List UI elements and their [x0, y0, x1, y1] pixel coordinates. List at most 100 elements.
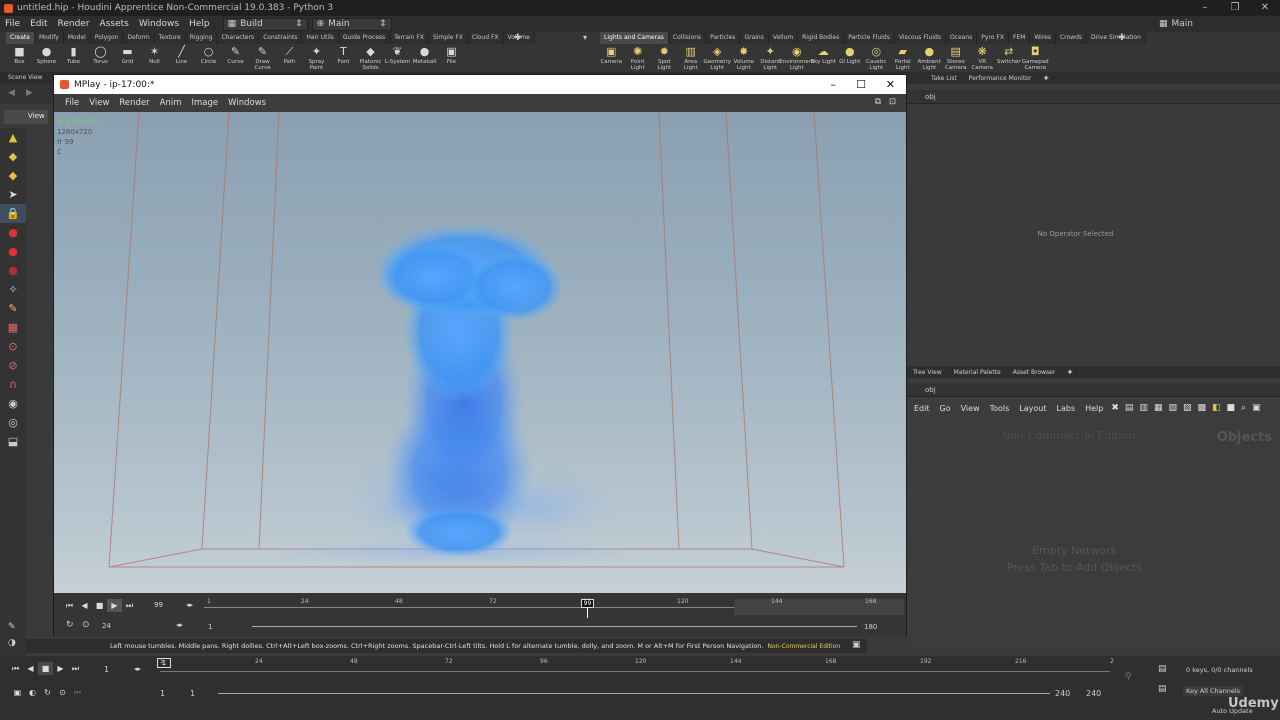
range-start2-field[interactable]: 1	[190, 689, 195, 698]
prev-key-icon[interactable]: ⏮	[70, 686, 85, 699]
render-region-icon[interactable]: ⬓	[0, 432, 26, 451]
shelf-tab[interactable]: Particle Fluids	[844, 32, 895, 44]
jump-start-icon[interactable]: ⏮	[62, 599, 77, 612]
handle-tool-icon[interactable]: ◑	[8, 638, 16, 648]
shelf-tool-button[interactable]: ○ Circle	[195, 45, 222, 71]
shelf-tool-button[interactable]: ◎ Caustic Light	[863, 45, 890, 71]
pointer-icon[interactable]: ➤	[0, 185, 26, 204]
rotate-tool-icon[interactable]: ◆	[0, 166, 26, 185]
shelf-tool-button[interactable]: ╱ Line	[168, 45, 195, 71]
tab-material-palette[interactable]: Material Palette	[948, 369, 1007, 376]
range-bar[interactable]	[252, 626, 857, 627]
channel-list-icon[interactable]: ▤	[1158, 664, 1167, 674]
tab-performance-monitor[interactable]: Performance Monitor	[963, 75, 1038, 82]
loop-icon[interactable]: ↻	[66, 620, 74, 630]
network-menu-item[interactable]: Help	[1080, 404, 1108, 413]
shelf-tab[interactable]: Texture	[154, 32, 186, 44]
mplay-menu-render[interactable]: Render	[114, 98, 154, 108]
list-icon[interactable]: ▤	[1122, 403, 1137, 413]
keyframe-icon[interactable]: ◐	[25, 686, 40, 699]
network-path-bar[interactable]: obj	[907, 383, 1280, 397]
mplay-menu-view[interactable]: View	[84, 98, 114, 108]
shelf-tool-button[interactable]: ▥ Area Light	[678, 45, 705, 71]
key-icon[interactable]: ⚲	[1125, 672, 1132, 682]
shelf-tab[interactable]: Characters	[217, 32, 260, 44]
network-menu-item[interactable]: View	[956, 404, 985, 413]
mplay-frame-field[interactable]: 99	[154, 601, 180, 609]
display-icon[interactable]: ◎	[0, 413, 26, 432]
add-tab-icon[interactable]: ✚	[1037, 75, 1054, 82]
range-end-field[interactable]: 240	[1055, 689, 1070, 698]
back-arrow-icon[interactable]: ◀	[8, 88, 15, 98]
jump-end-icon[interactable]: ⏭	[122, 599, 137, 612]
shelf-tab[interactable]: Cloud FX	[467, 32, 504, 44]
shelf-tab[interactable]: Simple FX	[428, 32, 468, 44]
realtime-icon[interactable]: ⊙	[55, 686, 70, 699]
shelf-tool-button[interactable]: ● Metaball	[411, 45, 438, 71]
shelf-tab[interactable]: FEM	[1008, 32, 1031, 44]
view-tab[interactable]: View	[4, 110, 48, 124]
mplay-maximize-button[interactable]: ☐	[856, 78, 866, 91]
tab-tree-view[interactable]: Tree View	[907, 369, 948, 376]
range-start-field[interactable]: 1	[160, 689, 165, 698]
shelf-tool-button[interactable]: ✦ Spray Paint	[303, 45, 330, 71]
menu-render[interactable]: Render	[53, 19, 95, 29]
shelf-tab[interactable]: Particles	[706, 32, 741, 44]
select-tool-icon[interactable]: ▲	[0, 128, 26, 147]
timeline-step-icon[interactable]: ◂▸	[134, 665, 141, 673]
zoom-icon[interactable]: ⌕	[1238, 403, 1249, 413]
mplay-menu-image[interactable]: Image	[187, 98, 224, 108]
shelf-tool-button[interactable]: ✹ Spot Light	[651, 45, 678, 71]
shelf-tool-button[interactable]: ◈ Geometry Light	[704, 45, 731, 71]
mplay-close-button[interactable]: ✕	[886, 78, 895, 91]
key-all-channels-select[interactable]: Key All Channels	[1183, 686, 1244, 696]
shelf-tool-button[interactable]: ☁ Sky Light	[810, 45, 837, 71]
mplay-menu-file[interactable]: File	[60, 98, 84, 108]
shelf-tab[interactable]: Vellum	[768, 32, 799, 44]
timeline-jump-start-icon[interactable]: ⏮	[8, 662, 23, 675]
shelf-tab[interactable]: Lights and Cameras	[600, 32, 669, 44]
move-tool-icon[interactable]: ◆	[0, 147, 26, 166]
shelf-tool-button[interactable]: ✶ Null	[141, 45, 168, 71]
step-arrows-icon[interactable]: ◂▸	[186, 601, 193, 609]
mplay-minimize-button[interactable]: –	[831, 78, 837, 91]
shelf-tool-button[interactable]: ✎ Draw Curve	[249, 45, 276, 71]
add-shelf-tab-right-icon[interactable]: ✚	[1118, 33, 1126, 43]
timeline-jump-end-icon[interactable]: ⏭	[68, 662, 83, 675]
shelf-tool-button[interactable]: ● GI Light	[837, 45, 864, 71]
tab-scene-view[interactable]: Scene View	[8, 74, 42, 81]
range-end-field[interactable]: 180	[864, 623, 877, 631]
fps-field[interactable]: 24	[102, 622, 111, 630]
shelf-tool-button[interactable]: ✺ Point Light	[625, 45, 652, 71]
pose-tool-icon[interactable]: ✧	[0, 280, 26, 299]
shelf-tab[interactable]: Constraints	[259, 32, 303, 44]
shelf-tab[interactable]: Oceans	[945, 32, 978, 44]
shelf-tool-button[interactable]: ❋ VR Camera	[969, 45, 996, 71]
shelf-tool-button[interactable]: ▣ Camera	[598, 45, 625, 71]
shelf-tool-button[interactable]: ▰ Portal Light	[890, 45, 917, 71]
shelf-tool-button[interactable]: ● Sphere	[33, 45, 60, 71]
menu-assets[interactable]: Assets	[95, 19, 134, 29]
close-button[interactable]: ✕	[1250, 0, 1280, 16]
forward-arrow-icon[interactable]: ▶	[26, 88, 33, 98]
snap-grid-icon[interactable]: ▦	[0, 318, 26, 337]
status-icon[interactable]: ▣	[852, 640, 861, 650]
red-handle-2-icon[interactable]: ●	[0, 242, 26, 261]
range-end2-field[interactable]: 240	[1086, 689, 1101, 698]
shelf-tab[interactable]: Model	[63, 32, 91, 44]
help-icon[interactable]: ▣	[1249, 403, 1264, 413]
shelf-tab[interactable]: Drive Simulation	[1087, 32, 1146, 44]
snap-icon[interactable]: ▨	[1180, 403, 1195, 413]
shelf-tab[interactable]: Guide Process	[338, 32, 391, 44]
shelf-tab[interactable]: Deform	[123, 32, 155, 44]
color-icon[interactable]: ■	[1224, 403, 1239, 413]
timeline-play-icon[interactable]: ▶	[53, 662, 68, 675]
tab-take-list[interactable]: Take List	[925, 75, 963, 82]
range-start-field[interactable]: 1	[208, 623, 212, 631]
shelf-tool-button[interactable]: ■ Box	[6, 45, 33, 71]
stop-icon[interactable]: ■	[92, 599, 107, 612]
shelf-tool-button[interactable]: ▣ File	[438, 45, 465, 71]
timeline-play-reverse-icon[interactable]: ◀	[23, 662, 38, 675]
audio-icon[interactable]: ▣	[10, 686, 25, 699]
shelf-tab[interactable]: Hair Utils	[302, 32, 339, 44]
